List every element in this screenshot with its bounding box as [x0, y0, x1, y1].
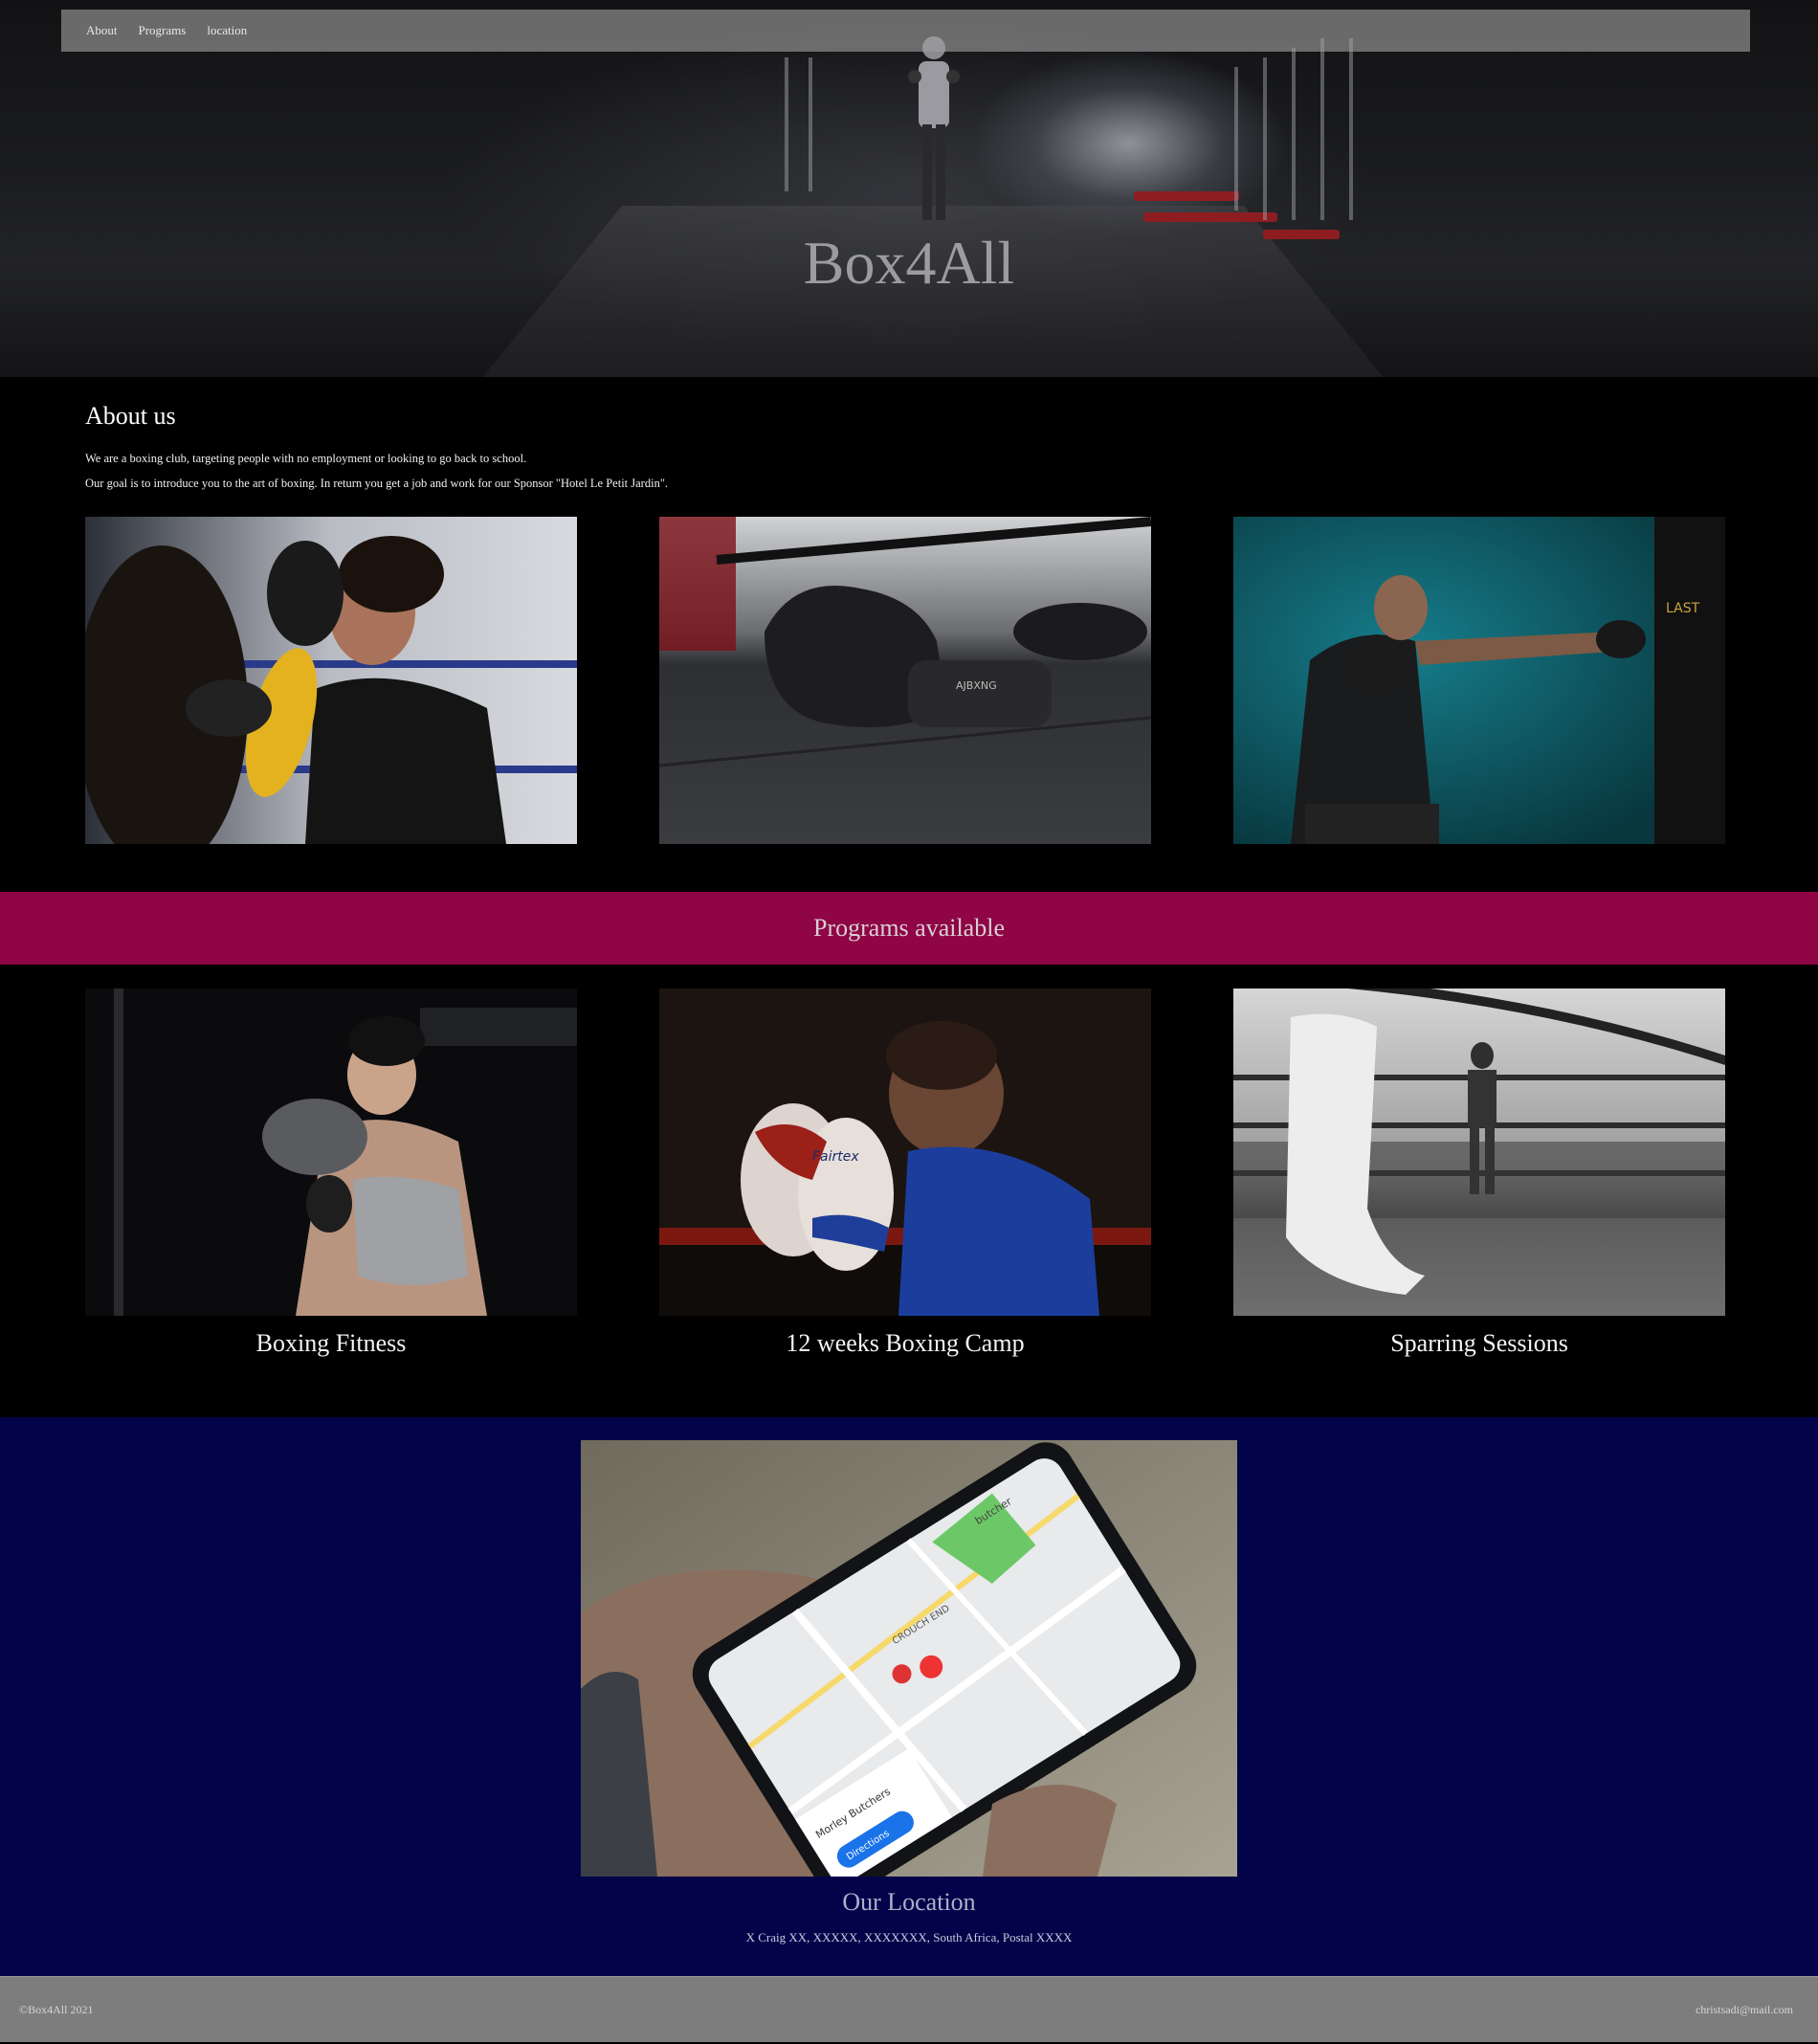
program-caption: Boxing Fitness — [255, 1329, 407, 1357]
program-card[interactable]: Fairtex 12 weeks Boxing Camp — [659, 989, 1151, 1358]
nav-about-link[interactable]: About — [86, 23, 118, 38]
location-heading: Our Location — [842, 1888, 976, 1916]
programs-row: Boxing Fitness Fairtex 12 weeks Boxing C… — [85, 989, 1725, 1358]
program-caption: 12 weeks Boxing Camp — [786, 1329, 1025, 1357]
program-caption: Sparring Sessions — [1390, 1329, 1568, 1357]
hero-bench — [1134, 191, 1239, 201]
bag-brand-text: LAST — [1666, 601, 1700, 616]
about-paragraph: Our goal is to introduce you to the art … — [85, 477, 669, 490]
page: About Programs location Box4All About us… — [0, 0, 1818, 2042]
programs-section: Boxing Fitness Fairtex 12 weeks Boxing C… — [0, 965, 1818, 1417]
hero-title: Box4All — [803, 229, 1015, 297]
hero-rack — [785, 57, 788, 191]
hero-boxer-silhouette — [908, 36, 960, 220]
about-photo-punching-bag: LAST — [1233, 517, 1725, 844]
location-photo-phone-map: Directions Morley Butchers CROUCH END bu… — [581, 1440, 1237, 1877]
hero-rack — [1234, 67, 1238, 211]
programs-heading: Programs available — [813, 914, 1005, 942]
hero-rack — [1263, 57, 1267, 220]
program-card[interactable]: Boxing Fitness — [85, 989, 577, 1358]
footer: ©Box4All 2021 christsadi@mail.com — [0, 1976, 1818, 2042]
hero-bench — [1143, 212, 1277, 222]
hero-rack — [1349, 38, 1353, 220]
program-photo-sparring — [1233, 989, 1725, 1316]
about-photo-row: AJBXNG LAST — [85, 517, 1725, 844]
location-section: Directions Morley Butchers CROUCH END bu… — [0, 1417, 1818, 1976]
program-photo-boxing-camp: Fairtex — [659, 989, 1151, 1316]
hero-banner: About Programs location Box4All — [0, 0, 1818, 377]
about-section: About us We are a boxing club, targeting… — [0, 377, 1818, 892]
top-navigation: About Programs location — [61, 10, 1750, 52]
hero-rack — [1292, 48, 1296, 220]
about-paragraph: We are a boxing club, targeting people w… — [85, 452, 527, 465]
headgear-brand-text: Fairtex — [812, 1149, 859, 1165]
about-heading: About us — [85, 402, 176, 430]
nav-location-link[interactable]: location — [207, 23, 247, 38]
about-photo-boxing-glove: AJBXNG — [659, 517, 1151, 844]
location-address: X Craig XX, XXXXX, XXXXXXX, South Africa… — [745, 1930, 1073, 1944]
footer-copyright: ©Box4All 2021 — [19, 2002, 94, 2016]
hero-rack — [809, 57, 812, 191]
footer-email[interactable]: christsadi@mail.com — [1696, 2003, 1793, 2017]
about-photo-training-pads — [85, 517, 577, 844]
program-card[interactable]: Sparring Sessions — [1233, 989, 1725, 1358]
program-photo-boxing-fitness — [85, 989, 577, 1316]
hero-rack — [1320, 38, 1324, 220]
programs-heading-band: Programs available — [0, 892, 1818, 965]
glove-brand-text: AJBXNG — [956, 679, 997, 692]
nav-programs-link[interactable]: Programs — [139, 23, 187, 38]
